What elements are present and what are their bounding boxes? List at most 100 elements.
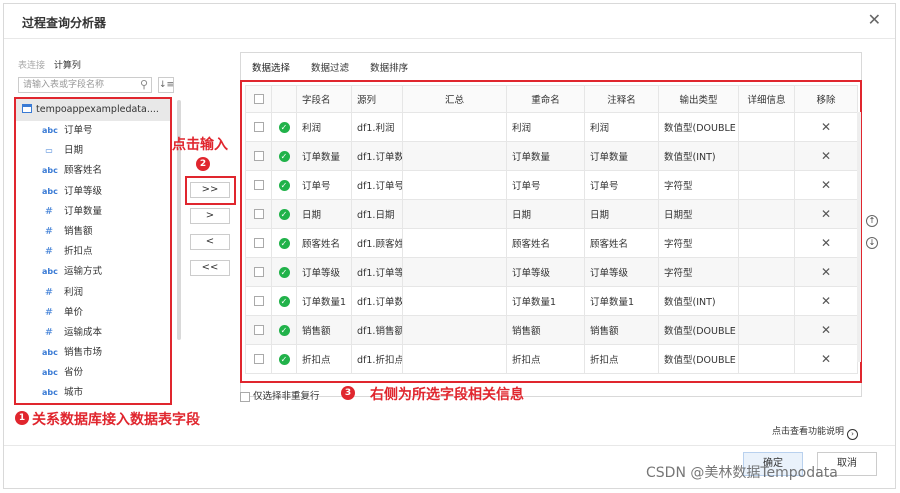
search-icon[interactable]: ⚲: [140, 78, 148, 91]
row-checkbox[interactable]: [253, 354, 264, 364]
remove-icon[interactable]: ✕: [821, 178, 831, 192]
remove-icon[interactable]: ✕: [821, 207, 831, 221]
cell-details[interactable]: [738, 315, 795, 345]
cell-aggregate[interactable]: [402, 199, 507, 229]
table-row[interactable]: ✓ 顾客姓名 df1.顾客姓 顾客姓名 顾客姓名 字符型 ✕: [245, 228, 858, 258]
field-item[interactable]: abc 订单等级: [16, 182, 170, 202]
field-item[interactable]: abc 销售市场: [16, 343, 170, 363]
cell-output-type[interactable]: 数值型(INT): [658, 286, 739, 316]
cell-details[interactable]: [738, 286, 795, 316]
remove-cell[interactable]: ✕: [794, 199, 858, 229]
cell-comment[interactable]: 顾客姓名: [584, 228, 659, 258]
cell-output-type[interactable]: 日期型: [658, 199, 739, 229]
cell-rename[interactable]: 订单数量1: [506, 286, 585, 316]
row-checkbox-cell[interactable]: [245, 141, 272, 171]
add-button[interactable]: >: [190, 208, 230, 224]
row-checkbox[interactable]: [253, 296, 264, 306]
table-row[interactable]: ✓ 订单数量 df1.订单数 订单数量 订单数量 数值型(INT) ✕: [245, 141, 858, 171]
cell-comment[interactable]: 销售额: [584, 315, 659, 345]
help-link[interactable]: 点击查看功能说明 ›: [772, 424, 859, 440]
field-item[interactable]: # 订单数量: [16, 202, 170, 222]
tab-computed-column[interactable]: 计算列: [54, 61, 81, 71]
remove-cell[interactable]: ✕: [794, 286, 858, 316]
remove-cell[interactable]: ✕: [794, 257, 858, 287]
remove-button[interactable]: <: [190, 234, 230, 250]
cell-rename[interactable]: 订单号: [506, 170, 585, 200]
table-row[interactable]: ✓ 订单数量1 df1.订单数 订单数量1 订单数量1 数值型(INT) ✕: [245, 286, 858, 316]
field-item[interactable]: ▭ 日期: [16, 141, 170, 161]
distinct-rows-checkbox[interactable]: [240, 391, 250, 402]
select-all-checkbox-cell[interactable]: [245, 85, 272, 113]
cell-details[interactable]: [738, 141, 795, 171]
row-checkbox-cell[interactable]: [245, 257, 272, 287]
field-item[interactable]: # 折扣点: [16, 242, 170, 262]
remove-icon[interactable]: ✕: [821, 294, 831, 308]
row-checkbox[interactable]: [253, 180, 264, 190]
table-row[interactable]: ✓ 订单等级 df1.订单等 订单等级 订单等级 字符型 ✕: [245, 257, 858, 287]
cell-comment[interactable]: 折扣点: [584, 344, 659, 374]
remove-icon[interactable]: ✕: [821, 352, 831, 366]
field-item[interactable]: # 单价: [16, 303, 170, 323]
remove-cell[interactable]: ✕: [794, 141, 858, 171]
cell-rename[interactable]: 利润: [506, 112, 585, 142]
row-checkbox[interactable]: [253, 151, 264, 161]
table-row[interactable]: ✓ 日期 df1.日期 日期 日期 日期型 ✕: [245, 199, 858, 229]
cell-details[interactable]: [738, 112, 795, 142]
tab-table-join[interactable]: 表连接: [18, 61, 45, 71]
table-row[interactable]: ✓ 利润 df1.利润 利润 利润 数值型(DOUBLE ✕: [245, 112, 858, 142]
table-row[interactable]: ✓ 折扣点 df1.折扣点 折扣点 折扣点 数值型(DOUBLE ✕: [245, 344, 858, 374]
row-checkbox-cell[interactable]: [245, 170, 272, 200]
cell-aggregate[interactable]: [402, 228, 507, 258]
field-search-input[interactable]: [19, 78, 137, 92]
move-down-icon[interactable]: ↓: [866, 237, 878, 249]
row-checkbox-cell[interactable]: [245, 315, 272, 345]
cell-details[interactable]: [738, 170, 795, 200]
table-row[interactable]: ✓ 订单号 df1.订单号 订单号 订单号 字符型 ✕: [245, 170, 858, 200]
cell-rename[interactable]: 顾客姓名: [506, 228, 585, 258]
move-up-icon[interactable]: ↑: [866, 215, 878, 227]
row-checkbox[interactable]: [253, 209, 264, 219]
close-icon[interactable]: ✕: [868, 10, 881, 29]
cell-output-type[interactable]: 字符型: [658, 228, 739, 258]
table-row[interactable]: ✓ 销售额 df1.销售额 销售额 销售额 数值型(DOUBLE ✕: [245, 315, 858, 345]
field-item[interactable]: abc 省份: [16, 363, 170, 383]
remove-icon[interactable]: ✕: [821, 149, 831, 163]
add-all-button[interactable]: >>: [190, 182, 230, 198]
cell-rename[interactable]: 订单等级: [506, 257, 585, 287]
cell-output-type[interactable]: 数值型(DOUBLE: [658, 112, 739, 142]
cell-rename[interactable]: 日期: [506, 199, 585, 229]
row-checkbox[interactable]: [253, 122, 264, 132]
remove-icon[interactable]: ✕: [821, 265, 831, 279]
field-item[interactable]: # 运输成本: [16, 323, 170, 343]
cell-comment[interactable]: 日期: [584, 199, 659, 229]
cell-aggregate[interactable]: [402, 315, 507, 345]
sort-icon[interactable]: ↓≡: [158, 77, 174, 93]
field-item[interactable]: abc 顾客姓名: [16, 161, 170, 181]
remove-icon[interactable]: ✕: [821, 120, 831, 134]
remove-cell[interactable]: ✕: [794, 228, 858, 258]
remove-cell[interactable]: ✕: [794, 170, 858, 200]
select-all-checkbox[interactable]: [253, 94, 264, 104]
field-item[interactable]: abc 运输方式: [16, 262, 170, 282]
row-checkbox-cell[interactable]: [245, 199, 272, 229]
cell-rename[interactable]: 销售额: [506, 315, 585, 345]
cell-comment[interactable]: 订单等级: [584, 257, 659, 287]
remove-cell[interactable]: ✕: [794, 315, 858, 345]
remove-all-button[interactable]: <<: [190, 260, 230, 276]
remove-cell[interactable]: ✕: [794, 112, 858, 142]
cell-output-type[interactable]: 数值型(DOUBLE: [658, 344, 739, 374]
remove-icon[interactable]: ✕: [821, 236, 831, 250]
row-checkbox[interactable]: [253, 267, 264, 277]
remove-icon[interactable]: ✕: [821, 323, 831, 337]
cell-comment[interactable]: 订单号: [584, 170, 659, 200]
tab-data-filter[interactable]: 数据过滤: [311, 63, 349, 74]
tab-data-select[interactable]: 数据选择: [252, 63, 290, 74]
cell-output-type[interactable]: 数值型(DOUBLE: [658, 315, 739, 345]
field-item[interactable]: # 利润: [16, 283, 170, 303]
row-checkbox[interactable]: [253, 325, 264, 335]
field-item[interactable]: # 销售额: [16, 222, 170, 242]
row-checkbox-cell[interactable]: [245, 228, 272, 258]
table-scrollbar[interactable]: [857, 112, 861, 362]
distinct-rows-option[interactable]: 仅选择非重复行: [240, 388, 320, 402]
cell-aggregate[interactable]: [402, 141, 507, 171]
